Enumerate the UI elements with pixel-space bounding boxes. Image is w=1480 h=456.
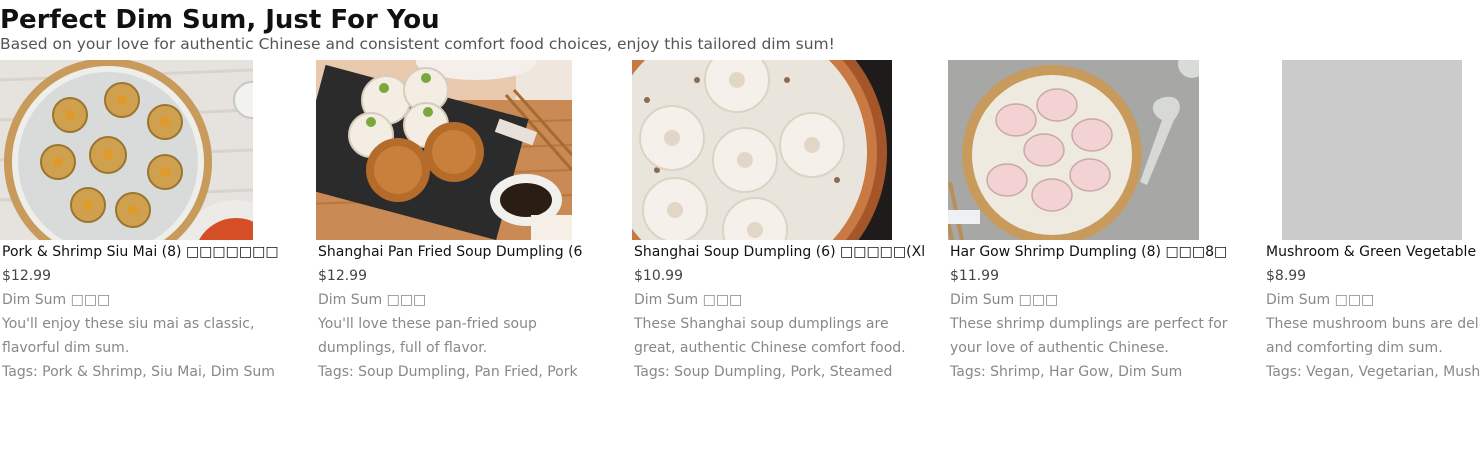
- item-price: $12.99: [318, 268, 367, 284]
- item-name[interactable]: Mushroom & Green Vegetable: [1266, 243, 1480, 261]
- item-tags: Tags: Soup Dumpling, Pan Fried, Pork: [318, 364, 578, 380]
- item-tags: Tags: Pork & Shrimp, Siu Mai, Dim Sum: [2, 364, 275, 380]
- item-tags: Tags: Vegan, Vegetarian, Mushroom: [1266, 364, 1480, 380]
- item-description: These mushroom buns are delightful, savo…: [1266, 316, 1480, 356]
- item-price: $11.99: [950, 268, 999, 284]
- item-description: These shrimp dumplings are perfect for y…: [950, 316, 1228, 356]
- product-card-pan-fried-dumpling[interactable]: Shanghai Pan Fried Soup Dumpling (6 $12.…: [316, 60, 632, 400]
- item-price: $8.99: [1266, 268, 1307, 284]
- product-card-har-gow[interactable]: Har Gow Shrimp Dumpling (8) □□□8□ $11.99…: [948, 60, 1264, 400]
- item-name[interactable]: Shanghai Soup Dumpling (6) □□□□□(Xl: [634, 243, 944, 261]
- item-description: You'll enjoy these siu mai as classic, f…: [2, 316, 255, 356]
- item-description: These Shanghai soup dumplings are great,…: [634, 316, 906, 356]
- item-tags: Tags: Soup Dumpling, Pork, Steamed: [634, 364, 893, 380]
- item-name[interactable]: Shanghai Pan Fried Soup Dumpling (6: [318, 243, 628, 261]
- item-name[interactable]: Pork & Shrimp Siu Mai (8) □□□□□□□: [2, 243, 312, 261]
- soup-dumpling-image[interactable]: [632, 60, 892, 240]
- product-card-soup-dumpling[interactable]: Shanghai Soup Dumpling (6) □□□□□(Xl $10.…: [632, 60, 948, 400]
- har-gow-image[interactable]: [948, 60, 1199, 240]
- item-name[interactable]: Har Gow Shrimp Dumpling (8) □□□8□: [950, 243, 1260, 261]
- page-title: Perfect Dim Sum, Just For You: [0, 5, 440, 35]
- item-price: $10.99: [634, 268, 683, 284]
- image-placeholder[interactable]: [1282, 60, 1462, 240]
- pan-fried-dumpling-image[interactable]: [316, 60, 572, 240]
- item-description: You'll love these pan-fried soup dumplin…: [318, 316, 537, 356]
- page-subtitle: Based on your love for authentic Chinese…: [0, 35, 835, 53]
- item-category: Dim Sum □□□: [318, 292, 427, 308]
- item-category: Dim Sum □□□: [2, 292, 111, 308]
- siu-mai-image[interactable]: [0, 60, 253, 240]
- item-category: Dim Sum □□□: [1266, 292, 1375, 308]
- item-price: $12.99: [2, 268, 51, 284]
- item-category: Dim Sum □□□: [950, 292, 1059, 308]
- item-category: Dim Sum □□□: [634, 292, 743, 308]
- product-card-mushroom-bun[interactable]: Mushroom & Green Vegetable $8.99 Dim Sum…: [1264, 60, 1480, 400]
- product-card-siu-mai[interactable]: Pork & Shrimp Siu Mai (8) □□□□□□□ $12.99…: [0, 60, 316, 400]
- item-tags: Tags: Shrimp, Har Gow, Dim Sum: [950, 364, 1183, 380]
